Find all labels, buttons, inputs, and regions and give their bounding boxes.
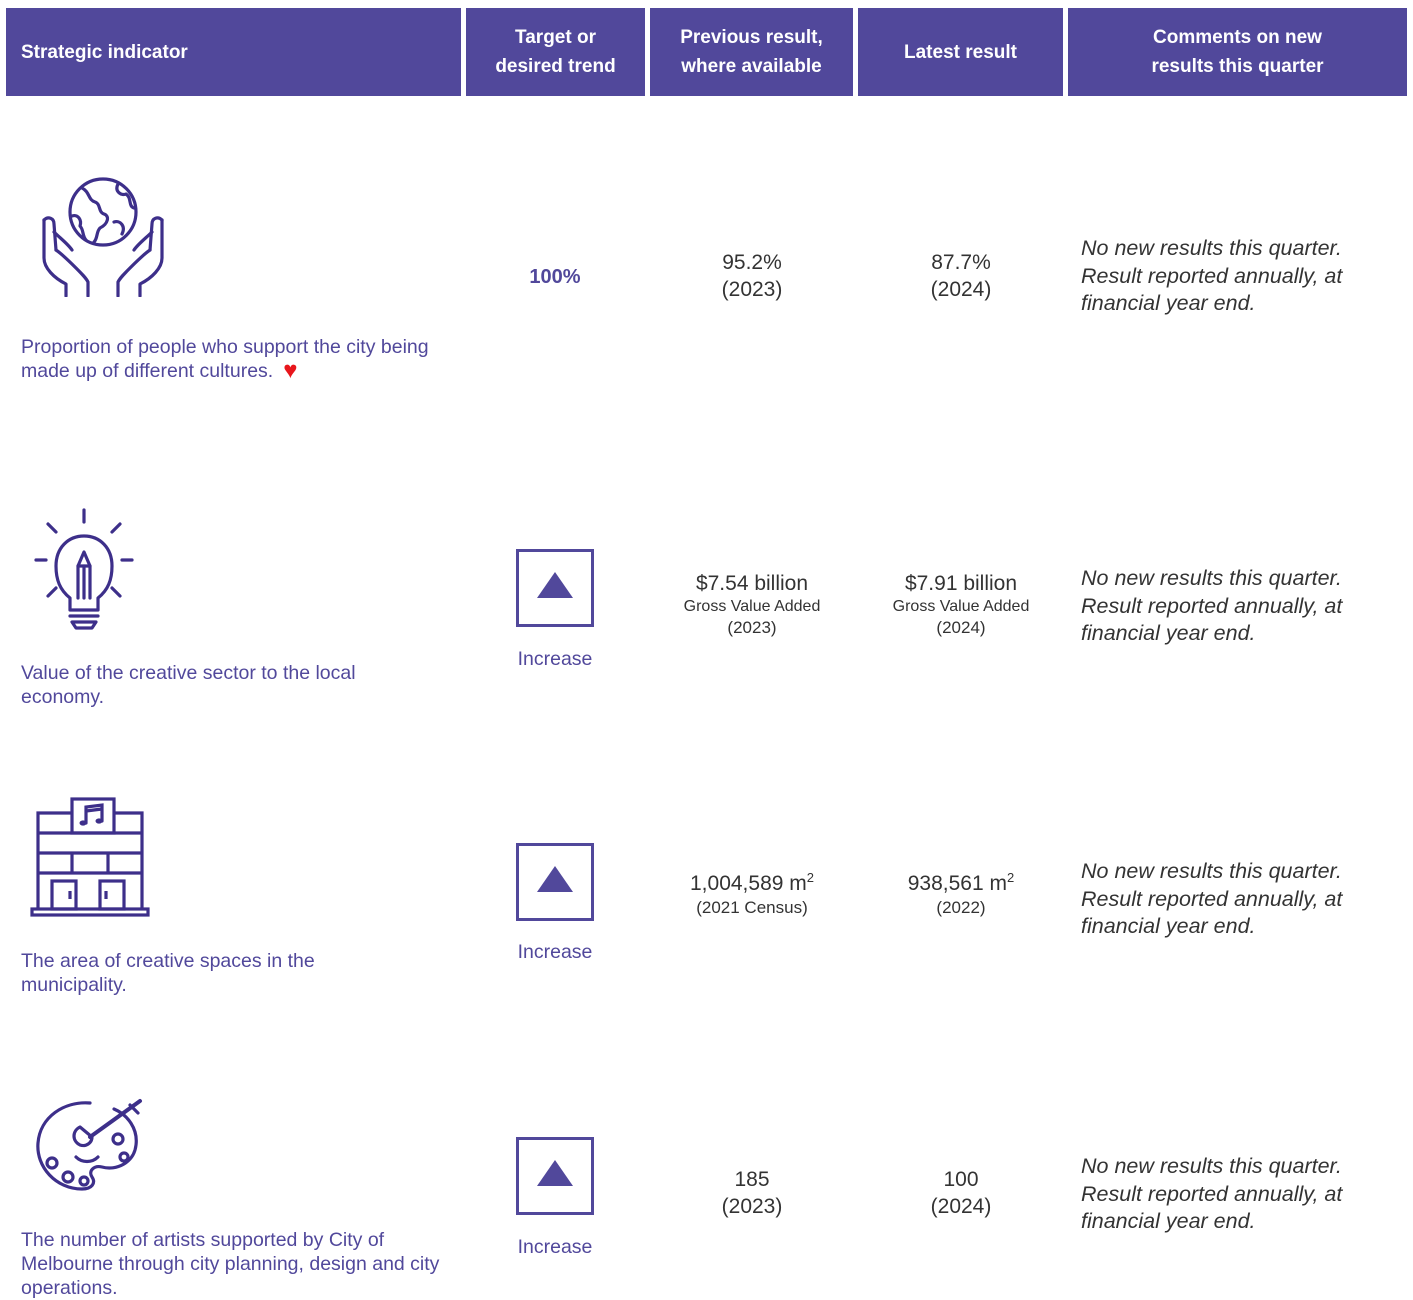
header-previous-result: Previous result, where available (650, 8, 853, 96)
latest-result-year: (2024) (936, 618, 986, 637)
header-previous-result-label: Previous result, where available (680, 27, 823, 77)
indicator-label: Proportion of people who support the cit… (21, 336, 429, 382)
music-building-icon (30, 797, 150, 917)
globe-in-hands-icon (38, 172, 168, 297)
previous-result: 1,004,589 m2 (2021 Census) (632, 870, 872, 918)
heart-icon: ♥ (283, 357, 298, 384)
trend-indicator (516, 1137, 594, 1215)
comment-text: No new results this quarter. Result repo… (1081, 566, 1343, 645)
latest-result-number: 938,561 m (907, 872, 1007, 895)
latest-result-year: (2024) (930, 1195, 992, 1218)
previous-result-number: 1,004,589 m (690, 872, 807, 895)
unit-superscript: 2 (806, 870, 814, 885)
header-latest-result: Latest result (858, 8, 1063, 96)
latest-result-value: 938,561 m2 (841, 870, 1081, 897)
previous-result: 185 (2023) (632, 1166, 872, 1220)
previous-result-year: (2023) (721, 1195, 783, 1218)
header-target-label: Target or desired trend (495, 27, 616, 77)
header-comments: Comments on new results this quarter (1068, 8, 1407, 96)
comment-text: No new results this quarter. Result repo… (1081, 1154, 1343, 1233)
indicator-text: Value of the creative sector to the loca… (21, 662, 356, 708)
previous-result: $7.54 billion Gross Value Added (2023) (632, 570, 872, 638)
latest-result: $7.91 billion Gross Value Added (2024) (841, 570, 1081, 638)
header-latest-result-label: Latest result (904, 41, 1017, 63)
trend-indicator (516, 843, 594, 921)
trend-label: Increase (517, 1236, 593, 1258)
latest-result-value: $7.91 billion (904, 572, 1018, 595)
latest-result-measure: Gross Value Added (892, 598, 1030, 615)
latest-result: 87.7% (2024) (841, 249, 1081, 303)
latest-result-year: (2024) (930, 278, 992, 301)
latest-result-value: 100 (943, 1168, 979, 1191)
previous-result-measure: Gross Value Added (683, 598, 821, 615)
unit-superscript: 2 (1007, 870, 1015, 885)
previous-result-year: (2021 Census) (696, 898, 808, 917)
header-comments-label: Comments on new results this quarter (1151, 27, 1324, 77)
indicator-text: Proportion of people who support the cit… (21, 335, 451, 383)
trend-indicator (516, 549, 594, 627)
increase-triangle-icon (537, 1160, 573, 1186)
comment-text: No new results this quarter. Result repo… (1081, 236, 1343, 315)
trend-label: Increase (517, 941, 593, 963)
increase-triangle-icon (537, 866, 573, 892)
header-strategic-indicator: Strategic indicator (6, 8, 461, 96)
indicator-text: The number of artists supported by City … (21, 1229, 440, 1299)
header-target: Target or desired trend (466, 8, 645, 96)
target-value: 100% (529, 266, 581, 288)
paint-palette-icon (34, 1097, 144, 1193)
previous-result-year: (2023) (721, 278, 783, 301)
lightbulb-pencil-icon (34, 508, 138, 630)
latest-result-value: 87.7% (931, 251, 991, 274)
indicator-text: The area of creative spaces in the munic… (21, 950, 315, 996)
latest-result: 938,561 m2 (2022) (841, 870, 1081, 918)
previous-result-value: 185 (734, 1168, 770, 1191)
previous-result-year: (2023) (727, 618, 777, 637)
previous-result-value: 95.2% (722, 251, 782, 274)
header-strategic-indicator-label: Strategic indicator (21, 41, 188, 63)
latest-result-year: (2022) (936, 898, 986, 917)
previous-result: 95.2% (2023) (632, 249, 872, 303)
trend-label: Increase (517, 648, 593, 670)
previous-result-value: $7.54 billion (695, 572, 809, 595)
latest-result: 100 (2024) (841, 1166, 1081, 1220)
increase-triangle-icon (537, 572, 573, 598)
previous-result-value: 1,004,589 m2 (632, 870, 872, 897)
comment-text: No new results this quarter. Result repo… (1081, 859, 1343, 938)
